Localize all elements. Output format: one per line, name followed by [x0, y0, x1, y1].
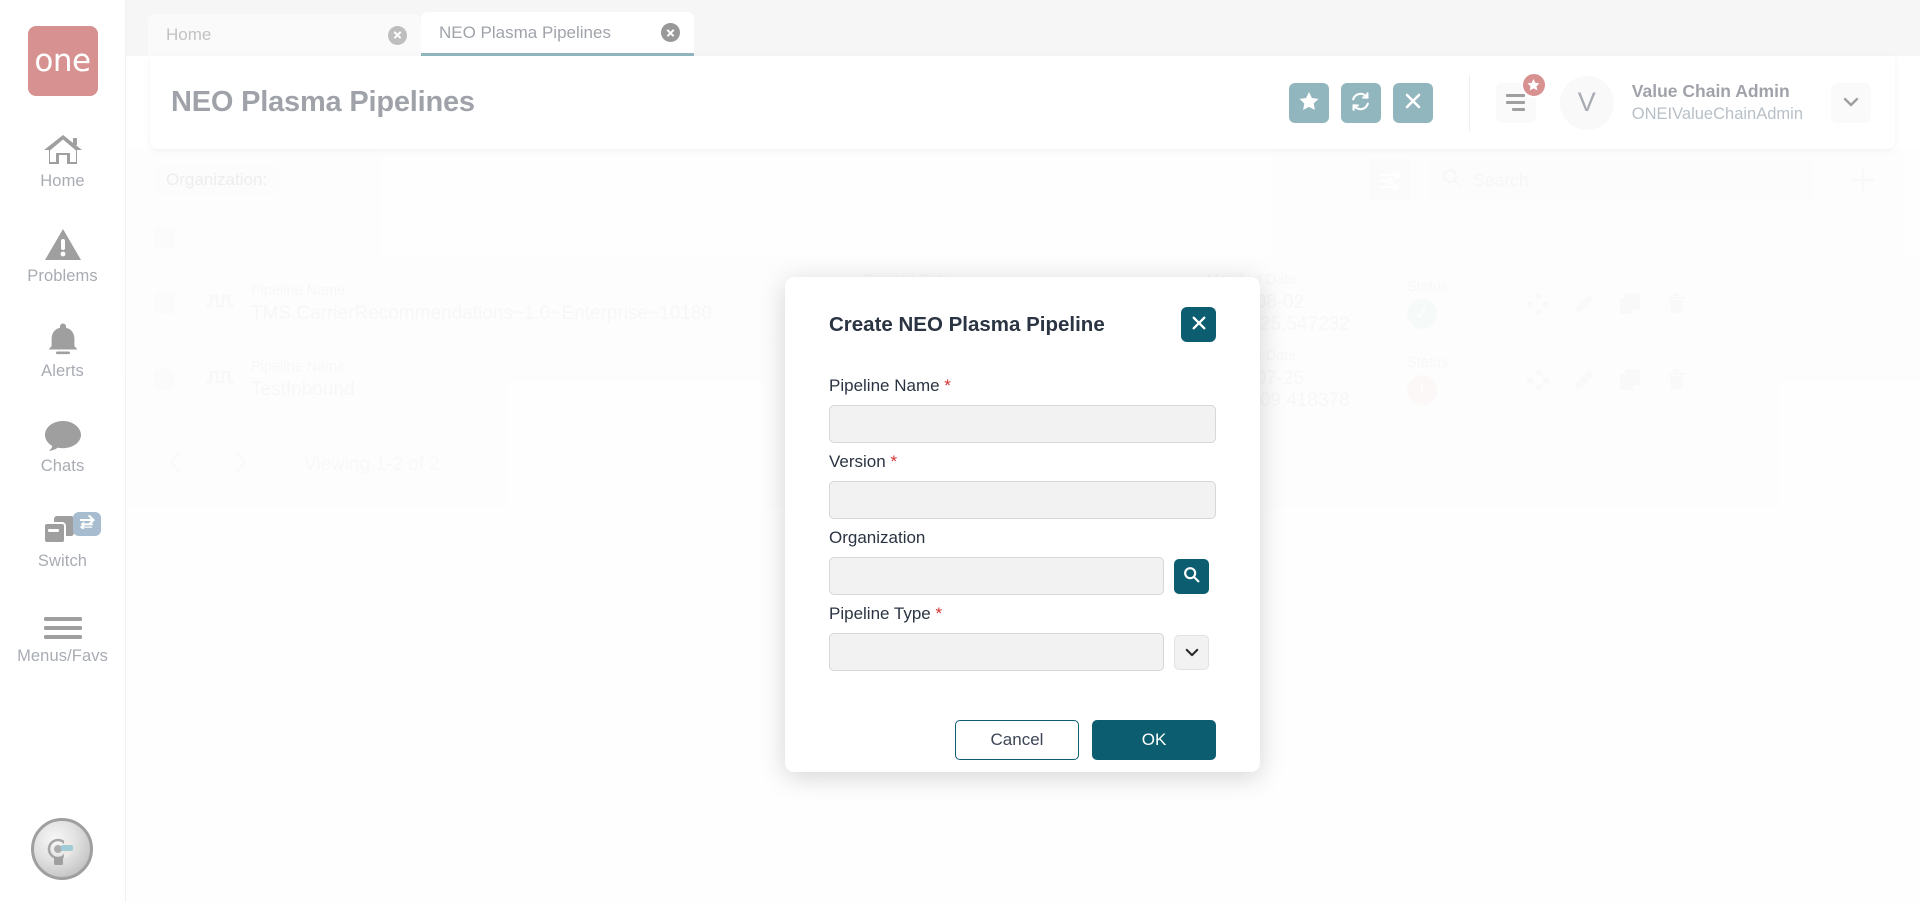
required-marker: * [936, 604, 943, 623]
search-icon [1183, 566, 1200, 586]
dialog-title: Create NEO Plasma Pipeline [829, 313, 1105, 337]
required-marker: * [944, 376, 951, 395]
pipeline-type-dropdown-button[interactable] [1174, 635, 1209, 670]
label-text: Organization [829, 528, 925, 547]
field-version: Version * [829, 452, 1216, 519]
pipeline-name-input[interactable] [829, 405, 1216, 443]
chevron-down-icon [1185, 645, 1199, 660]
dialog-footer: Cancel OK [829, 680, 1216, 760]
pipeline-type-input[interactable] [829, 633, 1164, 671]
dialog-body: Pipeline Name * Version * Organization [829, 342, 1216, 760]
field-pipeline-name: Pipeline Name * [829, 376, 1216, 443]
field-label: Version * [829, 452, 1216, 472]
field-label: Pipeline Type * [829, 604, 1216, 624]
app-root: one Home Problems Alerts Chats [0, 0, 1920, 902]
ok-button[interactable]: OK [1092, 720, 1216, 760]
label-text: Version [829, 452, 886, 471]
cancel-button[interactable]: Cancel [955, 720, 1079, 760]
dialog-header: Create NEO Plasma Pipeline [829, 277, 1216, 342]
x-icon [1191, 315, 1207, 334]
required-marker: * [890, 452, 897, 471]
organization-input[interactable] [829, 557, 1164, 595]
field-organization: Organization [829, 528, 1216, 595]
dialog-close-button[interactable] [1181, 307, 1216, 342]
field-label: Organization [829, 528, 1216, 548]
label-text: Pipeline Type [829, 604, 931, 623]
label-text: Pipeline Name [829, 376, 940, 395]
create-pipeline-dialog: Create NEO Plasma Pipeline Pipeline Name… [785, 277, 1260, 772]
version-input[interactable] [829, 481, 1216, 519]
organization-lookup-button[interactable] [1174, 559, 1209, 594]
field-pipeline-type: Pipeline Type * [829, 604, 1216, 671]
field-label: Pipeline Name * [829, 376, 1216, 396]
